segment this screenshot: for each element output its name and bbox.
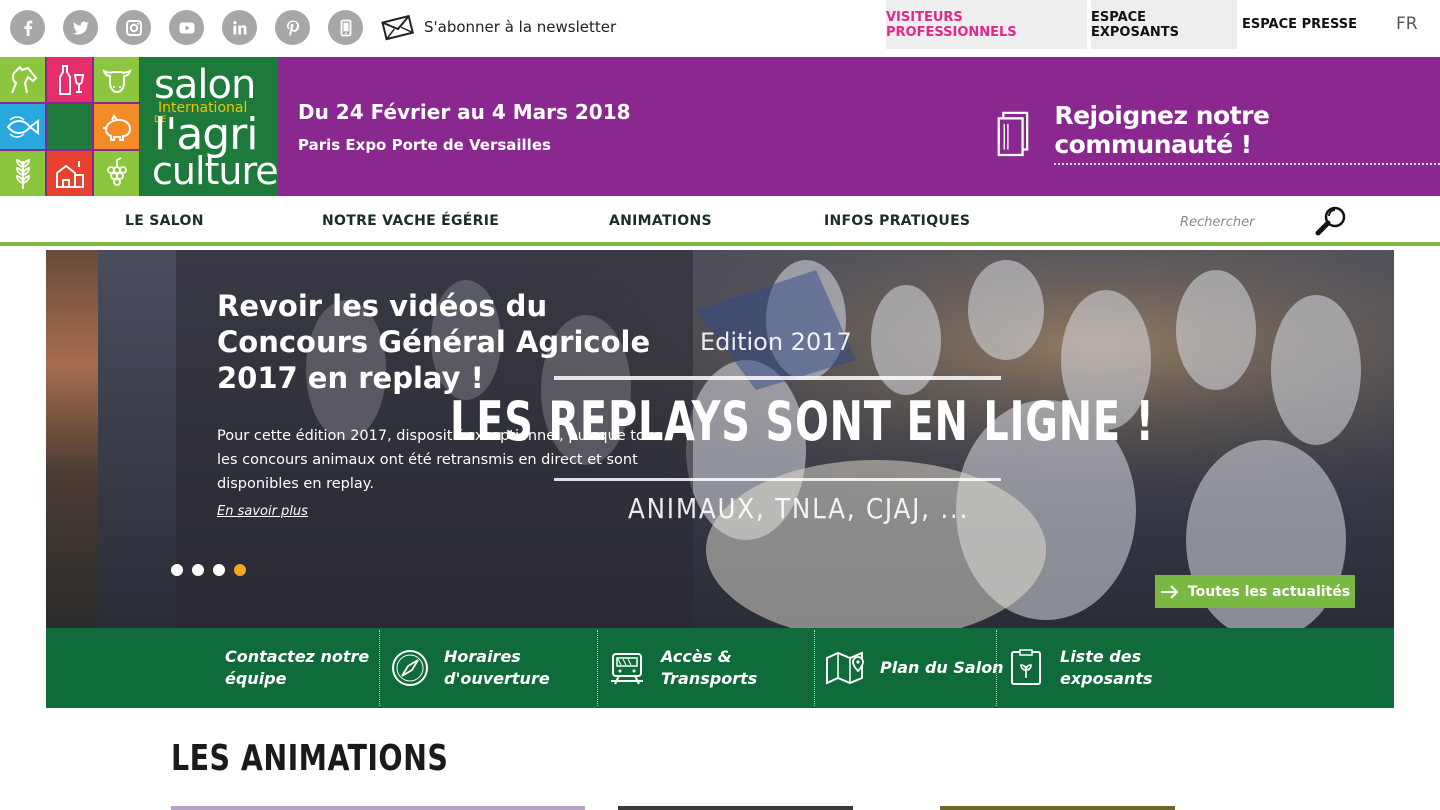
hero-description: Pour cette édition 2017, dispositif exce…	[217, 428, 662, 492]
nav-animations[interactable]: ANIMATIONS	[609, 213, 712, 229]
visiteurs-pro-link[interactable]: VISITEURS PROFESSIONNELS	[886, 0, 1087, 49]
linkedin-icon[interactable]	[222, 10, 257, 45]
overlay-edition: Edition 2017	[700, 328, 852, 356]
header-banner: salon International DE l'agri culture Du…	[0, 57, 1440, 196]
all-news-button[interactable]: Toutes les actualités	[1155, 575, 1355, 608]
community-link[interactable]: Rejoignez notre communauté !	[996, 101, 1440, 165]
pig-icon	[94, 104, 139, 149]
nav-infos-pratiques[interactable]: INFOS PRATIQUES	[824, 213, 970, 229]
search-input[interactable]	[1180, 210, 1300, 234]
instagram-icon[interactable]	[116, 10, 151, 45]
quicklink-separator	[996, 630, 997, 706]
nav-le-salon[interactable]: LE SALON	[125, 213, 204, 229]
quicklink-plan[interactable]: Plan du Salon	[824, 628, 1004, 708]
horse-icon	[0, 57, 45, 102]
main-navigation: LE SALON NOTRE VACHE ÉGÉRIE ANIMATIONS I…	[0, 196, 1440, 246]
community-label: Rejoignez notre communauté !	[1054, 101, 1440, 165]
pinterest-icon[interactable]	[275, 10, 310, 45]
logo-salon-text: salon	[154, 62, 256, 108]
top-bar: S'abonner à la newsletter VISITEURS PROF…	[0, 0, 1440, 55]
quicklink-label-line: équipe	[225, 669, 287, 688]
quicklink-acces[interactable]: Accès & Transports	[607, 628, 757, 708]
espace-exposants-link[interactable]: ESPACE EXPOSANTS	[1091, 0, 1237, 49]
quicklink-label: Horaires d'ouverture	[444, 646, 550, 690]
envelope-icon	[381, 14, 415, 41]
quicklink-label-line: d'ouverture	[444, 669, 550, 688]
hero-slider: Edition 2017 LES REPLAYS SONT EN LIGNE !…	[46, 250, 1394, 628]
quicklink-label-line: Horaires	[444, 647, 521, 666]
quicklink-separator	[814, 630, 815, 706]
logo-culture-text: culture	[152, 149, 279, 193]
mobile-icon[interactable]	[328, 10, 363, 45]
quicklink-label-line: Liste des	[1060, 647, 1142, 666]
youtube-icon[interactable]	[169, 10, 204, 45]
event-venue: Paris Expo Porte de Versailles	[298, 136, 551, 154]
quicklink-horaires[interactable]: Horaires d'ouverture	[390, 628, 550, 708]
slider-dot-active[interactable]	[234, 564, 246, 576]
newsletter-label: S'abonner à la newsletter	[424, 18, 617, 36]
wine-icon	[47, 57, 92, 102]
espace-presse-link[interactable]: ESPACE PRESSE	[1237, 0, 1362, 49]
hero-left-edge	[46, 250, 98, 628]
slider-dot[interactable]	[213, 564, 225, 576]
cow-icon	[94, 57, 139, 102]
logo-tiles[interactable]	[0, 57, 140, 196]
logo-blank-tile	[47, 104, 92, 149]
animation-card-preview[interactable]	[171, 806, 585, 810]
animation-card-preview[interactable]	[618, 806, 853, 810]
slider-dots	[171, 564, 246, 576]
farm-icon	[47, 151, 92, 196]
language-selector[interactable]: FR	[1396, 14, 1418, 34]
site-logo[interactable]: salon International DE l'agri culture	[140, 57, 279, 196]
exhibitors-list-icon	[1011, 649, 1041, 685]
twitter-icon[interactable]	[63, 10, 98, 45]
hero-more-link[interactable]: En savoir plus	[217, 504, 308, 519]
quicklink-separator	[597, 630, 598, 706]
search-icon	[1315, 206, 1346, 236]
event-dates: Du 24 Février au 4 Mars 2018	[298, 100, 631, 124]
facebook-icon[interactable]	[10, 10, 45, 45]
search-button[interactable]	[1312, 205, 1350, 237]
quick-links-bar: Contactez notre équipe Horaires d'ouvert…	[46, 628, 1394, 708]
hero-title: Revoir les vidéos du Concours Général Ag…	[217, 289, 651, 395]
all-news-label: Toutes les actualités	[1187, 583, 1351, 600]
community-card-icon	[997, 111, 1029, 157]
quicklink-label: Accès & Transports	[661, 646, 757, 690]
map-icon	[826, 651, 864, 685]
quicklink-separator	[379, 630, 380, 706]
train-icon	[611, 653, 643, 685]
newsletter-link[interactable]: S'abonner à la newsletter	[380, 12, 616, 42]
arrow-right-icon	[1160, 584, 1179, 599]
animation-card-preview[interactable]	[940, 806, 1175, 810]
quicklink-label: Contactez notre équipe	[225, 646, 369, 690]
quicklink-label: Liste des exposants	[1060, 646, 1153, 690]
quicklink-label: Plan du Salon	[880, 657, 1004, 679]
wheat-icon	[0, 151, 45, 196]
fish-icon	[0, 104, 45, 149]
quicklink-label-line: Accès &	[661, 647, 732, 666]
quicklink-label-line: exposants	[1060, 669, 1153, 688]
section-title-animations: LES ANIMATIONS	[171, 738, 449, 779]
quicklink-contact[interactable]: Contactez notre équipe	[225, 628, 369, 708]
quicklink-label-line: Plan du Salon	[880, 658, 1004, 677]
overlay-subline: ANIMAUX, TNLA, CJAJ, ...	[628, 492, 970, 525]
quicklink-label-line: Contactez notre	[225, 647, 370, 666]
grapes-icon	[94, 151, 139, 196]
quicklink-label-line: Transports	[661, 669, 758, 688]
nav-vache-egerie[interactable]: NOTRE VACHE ÉGÉRIE	[322, 213, 499, 229]
compass-icon	[392, 650, 428, 686]
slider-dot[interactable]	[171, 564, 183, 576]
quicklink-exposants[interactable]: Liste des exposants	[1006, 628, 1153, 708]
slider-dot[interactable]	[192, 564, 204, 576]
